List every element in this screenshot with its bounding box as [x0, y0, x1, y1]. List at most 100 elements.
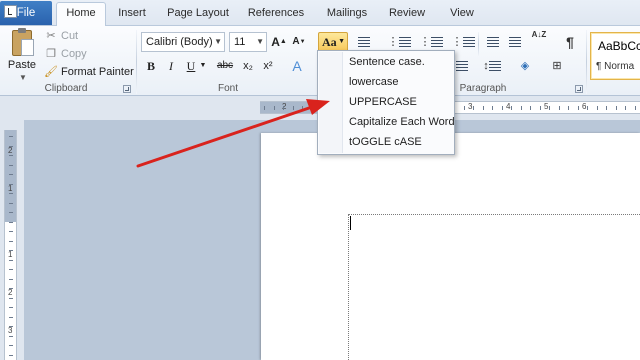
ruler-tick [9, 221, 13, 223]
ruler-tick [9, 354, 13, 356]
font-size-combo[interactable]: 11 ▼ [229, 32, 267, 52]
tab-references[interactable]: References [244, 4, 308, 22]
ruler-number: 1 [8, 184, 13, 193]
tab-view[interactable]: View [444, 4, 480, 22]
ruler-tick [530, 106, 531, 110]
menu-item-uppercase[interactable]: UPPERCASE [319, 92, 453, 112]
ruler-tick [473, 106, 474, 110]
bold-button[interactable]: B [144, 56, 158, 76]
subscript-button[interactable]: x₂ [240, 56, 256, 76]
text-effects-icon[interactable]: A [288, 56, 306, 76]
ruler-tick [9, 297, 13, 299]
ruler-tick [9, 183, 13, 185]
style-normal-tile[interactable]: AaBbCc ¶ Norma [590, 32, 640, 80]
copy-icon: ❐ [46, 48, 56, 60]
menu-item-lowercase[interactable]: lowercase [319, 72, 453, 92]
ruler-tick [615, 106, 617, 110]
font-group-label: Font [217, 83, 238, 94]
tab-page-layout[interactable]: Page Layout [164, 4, 232, 22]
sort-button[interactable]: A↓Z [530, 30, 548, 50]
menu-item-sentence-case[interactable]: Sentence case. [319, 52, 453, 72]
superscript-button[interactable]: x² [260, 56, 276, 76]
borders-button[interactable]: ⊞ [546, 56, 568, 76]
clipboard-launcher-icon[interactable] [123, 85, 131, 93]
cut-label: Cut [61, 30, 79, 42]
ruler-number: 3 [8, 326, 13, 335]
ruler-tick [9, 250, 13, 251]
ruler-tick [9, 316, 13, 318]
tab-review[interactable]: Review [386, 4, 428, 22]
shading-button[interactable]: ◈ [514, 56, 536, 76]
ruler-tick [9, 164, 13, 166]
ruler-number: 4 [506, 102, 511, 111]
style-name-normal: ¶ Norma [596, 61, 635, 72]
numbering-icon [430, 37, 443, 48]
bullets-button[interactable]: ⋮ [386, 32, 412, 52]
ruler-tick [9, 193, 13, 194]
ruler-number: 6 [582, 102, 587, 111]
ruler-number: 5 [544, 102, 549, 111]
show-text-boundaries-icon[interactable] [355, 32, 373, 52]
show-hide-pilcrow-button[interactable]: ¶ [562, 32, 578, 52]
ruler-tick [9, 278, 13, 280]
format-painter-button[interactable]: 🖌 Format Painter [44, 64, 134, 80]
numbering-button[interactable]: ⋮ [418, 32, 444, 52]
ruler-tick [292, 106, 294, 110]
ruler-tick [625, 106, 626, 110]
grow-font-icon: A [271, 35, 280, 49]
italic-button[interactable]: I [164, 56, 178, 76]
tab-selector-icon[interactable] [4, 5, 17, 18]
increase-indent-button[interactable] [506, 32, 524, 52]
ruler-tick [463, 106, 465, 110]
menu-item-capitalize-each-word[interactable]: Capitalize Each Word [319, 112, 455, 132]
justify-button[interactable] [456, 56, 468, 76]
ruler-tick [9, 288, 13, 289]
ruler-number: 1 [8, 250, 13, 259]
button-divider [478, 32, 479, 56]
tab-mailings[interactable]: Mailings [322, 4, 372, 22]
copy-button[interactable]: ❐ Copy [44, 46, 87, 62]
ruler-top-margin [5, 130, 16, 222]
ruler-tick [596, 106, 598, 110]
change-case-icon: Aa [322, 35, 337, 49]
decrease-indent-icon [487, 37, 499, 48]
shrink-font-button[interactable]: A▼ [292, 32, 306, 52]
ruler-tick [482, 106, 484, 110]
ruler-tick [9, 145, 13, 147]
underline-dropdown-icon[interactable]: ▼ [199, 56, 207, 76]
group-divider [136, 30, 137, 94]
ruler-number: 2 [8, 146, 13, 155]
multilevel-list-button[interactable]: ⋮ [450, 32, 476, 52]
font-name-combo[interactable]: Calibri (Body) ▼ [141, 32, 225, 52]
change-case-button[interactable]: Aa ▼ [318, 32, 348, 52]
ruler-tick [311, 106, 313, 110]
format-painter-label: Format Painter [61, 66, 134, 78]
grow-arrow-icon: ▲ [279, 38, 287, 45]
paste-button[interactable]: Paste ▼ [6, 28, 38, 82]
ruler-tick [302, 106, 303, 110]
chevron-down-icon: ▼ [256, 37, 264, 46]
ruler-tick [9, 269, 13, 270]
style-sample-text: AaBbCc [598, 39, 640, 53]
cut-button[interactable]: ✂ Cut [44, 28, 78, 44]
vertical-ruler[interactable]: 2 1 1 2 3 [4, 130, 17, 360]
shrink-arrow-icon: ▼ [299, 39, 306, 45]
ruler-tick [501, 106, 503, 110]
scissors-icon: ✂ [46, 30, 56, 42]
borders-icon: ⊞ [552, 60, 562, 72]
tab-home[interactable]: Home [56, 2, 106, 27]
grow-font-button[interactable]: A▲ [271, 32, 287, 52]
menu-item-toggle-case[interactable]: tOGGLE cASE [319, 132, 453, 152]
ruler-tick [634, 106, 636, 110]
underline-button[interactable]: U [184, 56, 198, 76]
paragraph-launcher-icon[interactable] [575, 85, 583, 93]
decrease-indent-button[interactable] [484, 32, 502, 52]
ruler-tick [587, 106, 588, 110]
ruler-tick [511, 106, 512, 110]
line-spacing-button[interactable]: ↕ [480, 56, 504, 76]
font-size-value: 11 [234, 36, 246, 48]
strikethrough-button[interactable]: abc [214, 56, 236, 76]
tab-insert[interactable]: Insert [112, 4, 152, 22]
increase-indent-icon [509, 37, 521, 48]
group-divider [586, 30, 587, 94]
